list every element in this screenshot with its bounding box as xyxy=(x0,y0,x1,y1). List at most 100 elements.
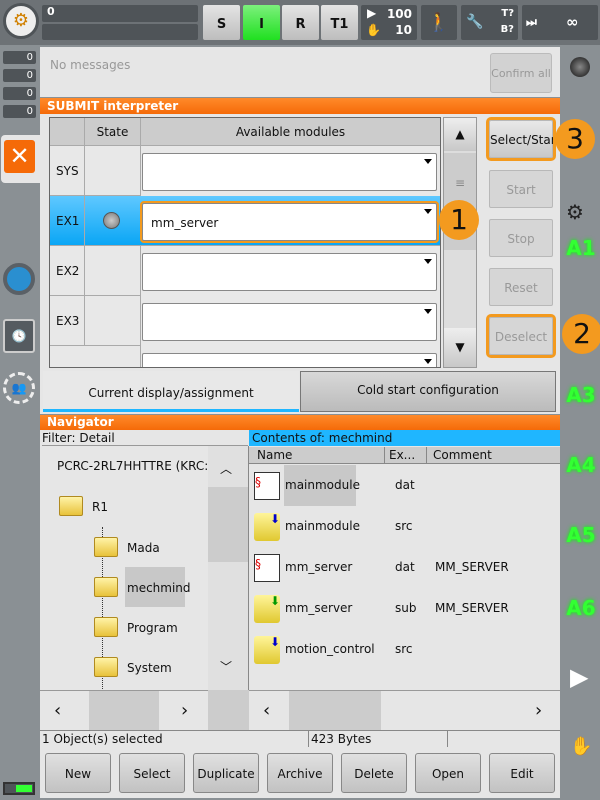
src-file-icon: ⬇ xyxy=(254,636,280,664)
chevron-down-icon[interactable]: ﹀ xyxy=(220,658,232,675)
col-ext[interactable]: Ex... xyxy=(389,447,427,464)
play-start-icon[interactable]: ▶ xyxy=(570,663,588,691)
file-row[interactable]: § mm_server dat MM_SERVER xyxy=(249,547,560,588)
selection-status: 1 Object(s) selected xyxy=(42,732,163,746)
axis-a3[interactable]: A3 xyxy=(563,383,599,407)
run-mode-panel[interactable]: ⏭ ∞ xyxy=(522,5,598,40)
close-icon: ✕ xyxy=(4,140,35,173)
col-name[interactable]: Name xyxy=(257,447,385,464)
new-button[interactable]: New xyxy=(45,753,111,793)
tree-vscrollbar[interactable]: ︿ ﹀ xyxy=(208,446,248,690)
table-scrollbar[interactable]: ▲ ≡ ▼ xyxy=(443,117,477,368)
start-button[interactable]: Start xyxy=(489,170,553,208)
file-row[interactable]: § mainmodule dat xyxy=(249,465,560,506)
open-button[interactable]: Open xyxy=(415,753,481,793)
file-comment: MM_SERVER xyxy=(435,560,509,574)
tool-value: T? xyxy=(501,8,514,19)
kuka-logo-button[interactable]: ⚙ xyxy=(3,3,39,39)
file-name: motion_control xyxy=(285,642,375,656)
scroll-down-button[interactable]: ▼ xyxy=(444,328,476,367)
settings-gear-icon[interactable] xyxy=(3,263,35,295)
clock-icon[interactable]: 🕓 xyxy=(3,319,35,353)
file-ext: src xyxy=(395,519,413,533)
mode-i[interactable]: I xyxy=(243,5,280,40)
module-select-ex1[interactable]: mm_server xyxy=(140,201,439,243)
tab-current-display[interactable]: Current display/assignment xyxy=(43,371,299,412)
state-ex3 xyxy=(85,296,141,346)
folder-open-icon xyxy=(94,577,118,597)
file-size: 423 Bytes xyxy=(308,731,448,747)
annotation-badge-3: 3 xyxy=(555,119,595,159)
tab-cold-start[interactable]: Cold start configuration xyxy=(300,371,556,412)
module-select-sys[interactable] xyxy=(142,153,437,191)
deselect-button[interactable]: Deselect xyxy=(486,314,556,358)
module-select-ex4[interactable] xyxy=(142,353,437,367)
src-file-icon: ⬇ xyxy=(254,513,280,541)
row-label-sys: SYS xyxy=(50,146,85,196)
select-button[interactable]: Select xyxy=(119,753,185,793)
scroll-thumb[interactable] xyxy=(208,487,248,562)
override-panel[interactable]: ▶ 100 ✋ 10 xyxy=(361,5,417,40)
tree-item-system[interactable]: System xyxy=(127,661,172,675)
module-select-ex2[interactable] xyxy=(142,253,437,291)
scroll-up-button[interactable]: ▲ xyxy=(444,118,476,151)
scroll-thumb[interactable] xyxy=(289,691,381,730)
col-comment[interactable]: Comment xyxy=(433,447,492,464)
scroll-thumb[interactable] xyxy=(89,691,159,730)
tree-item-program[interactable]: Program xyxy=(127,621,178,635)
globe-icon[interactable] xyxy=(570,57,590,77)
close-tab[interactable]: ✕ xyxy=(1,135,40,183)
info-count[interactable]: 0 xyxy=(3,87,36,100)
file-row[interactable]: ⬇ motion_control src xyxy=(249,629,560,670)
reset-button[interactable]: Reset xyxy=(489,268,553,306)
folder-icon xyxy=(94,537,118,557)
tree-item-r1[interactable]: R1 xyxy=(92,500,108,514)
axis-a1[interactable]: A1 xyxy=(563,236,599,260)
duplicate-button[interactable]: Duplicate xyxy=(193,753,259,793)
file-name: mainmodule xyxy=(285,519,360,533)
file-row[interactable]: ⬇ mm_server sub MM_SERVER xyxy=(249,588,560,629)
archive-button[interactable]: Archive xyxy=(267,753,333,793)
tree-hscrollbar[interactable]: ‹ › xyxy=(40,690,208,730)
submit-table: State Available modules SYS EX1 mm_serve… xyxy=(49,117,441,368)
list-hscrollbar[interactable]: ‹ › xyxy=(249,690,560,730)
file-row[interactable]: ⬇ mainmodule src xyxy=(249,506,560,547)
tree-item-mechmind[interactable]: mechmind xyxy=(127,581,191,595)
hand-icon[interactable]: ✋ xyxy=(570,736,592,757)
stop-button[interactable]: Stop xyxy=(489,219,553,257)
axis-a6[interactable]: A6 xyxy=(563,596,599,620)
mode-r[interactable]: R xyxy=(282,5,319,40)
error-count[interactable]: 0 xyxy=(3,51,36,64)
status-bar: 1 Object(s) selected 423 Bytes xyxy=(40,730,560,747)
program-counter: 0 xyxy=(42,5,198,22)
axis-a5[interactable]: A5 xyxy=(563,523,599,547)
tree-root[interactable]: PCRC-2RL7HHTTRE (KRC:\) xyxy=(57,459,217,473)
chevron-left-icon[interactable]: ‹ xyxy=(54,691,61,731)
chevron-left-icon[interactable]: ‹ xyxy=(263,691,270,731)
module-select-ex3[interactable] xyxy=(142,303,437,341)
chevron-up-icon[interactable]: ︿ xyxy=(220,460,232,477)
wait-count[interactable]: 0 xyxy=(3,105,36,118)
tool-base-panel[interactable]: 🔧 T? B? xyxy=(461,5,518,40)
annotation-badge-1: 1 xyxy=(439,200,479,240)
delete-button[interactable]: Delete xyxy=(341,753,407,793)
tree-item-mada[interactable]: Mada xyxy=(127,541,160,555)
mode-s[interactable]: S xyxy=(203,5,240,40)
axis-a4[interactable]: A4 xyxy=(563,453,599,477)
chevron-right-icon[interactable]: › xyxy=(535,691,542,731)
chevron-right-icon[interactable]: › xyxy=(181,691,188,731)
warning-count[interactable]: 0 xyxy=(3,69,36,82)
edit-button[interactable]: Edit xyxy=(489,753,555,793)
sub-file-icon: ⬇ xyxy=(254,595,280,623)
mode-t1[interactable]: T1 xyxy=(321,5,358,40)
user-group-icon[interactable]: 👥 xyxy=(3,372,35,404)
walk-icon[interactable]: 🚶 xyxy=(421,5,457,40)
confirm-all-button[interactable]: Confirm all xyxy=(490,53,552,93)
file-name: mm_server xyxy=(285,601,353,615)
select-start-button[interactable]: Select/Start xyxy=(486,117,560,161)
file-ext: src xyxy=(395,642,413,656)
row-label-ex3: EX3 xyxy=(50,296,85,346)
file-name: mainmodule xyxy=(285,478,360,492)
modules-header: Available modules xyxy=(141,118,440,146)
jog-mode-icon[interactable]: ⚙ xyxy=(566,200,584,224)
